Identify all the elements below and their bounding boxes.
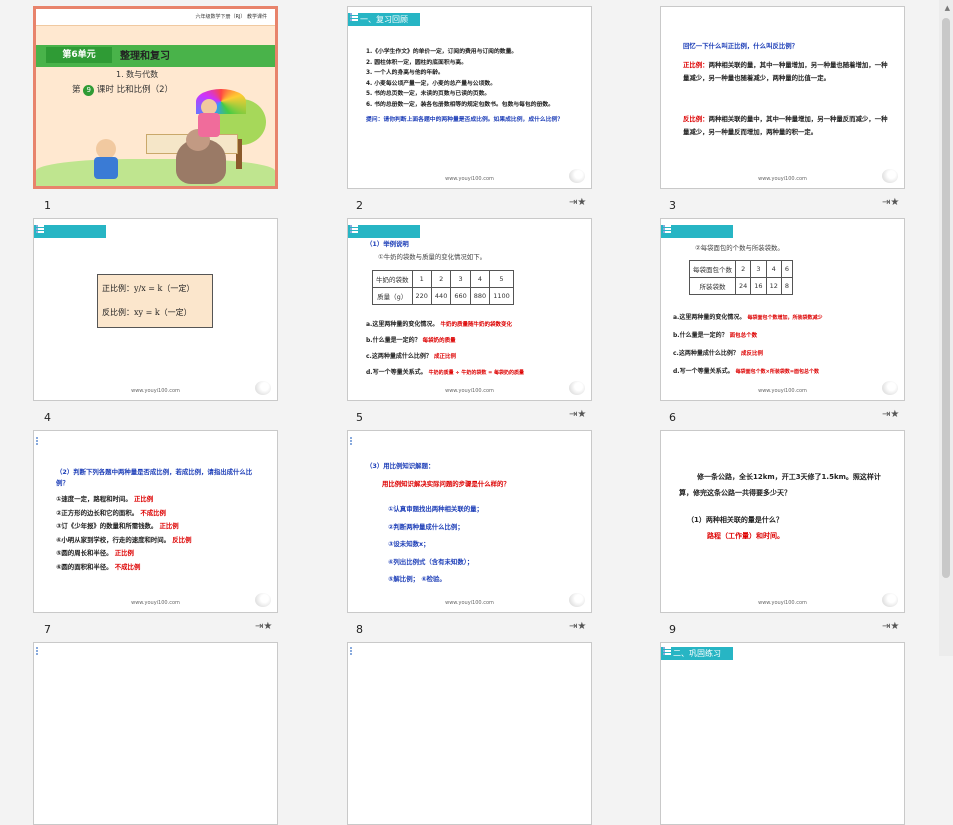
star-icon[interactable]: ⇥★	[569, 409, 586, 420]
slide-thumbnail-2[interactable]: 一、复习回顾 1.《小学生作文》的单价一定，订阅的费用与订阅的数量。 2. 圆柱…	[347, 6, 592, 189]
slide-number-1: 1	[44, 199, 51, 212]
slide-footer: www.youyi100.com	[445, 388, 494, 394]
star-icon[interactable]: ⇥★	[882, 409, 899, 420]
slide-footer: www.youyi100.com	[445, 176, 494, 182]
swirl-icon	[569, 593, 585, 607]
milk-table: 牛奶的袋数 1 2 3 4 5 质量（g） 220 440 660 880 1100	[372, 270, 514, 305]
swirl-icon	[255, 593, 271, 607]
swirl-icon	[255, 381, 271, 395]
slide-number-4: 4	[44, 411, 51, 424]
slide-number-3: 3	[669, 199, 676, 212]
slide-thumbnail-8[interactable]: （3）用比例知识解题： 用比例知识解决实际问题的步骤是什么样的？ ①认真审题找出…	[347, 430, 592, 613]
slide-footer: www.youyi100.com	[758, 600, 807, 606]
slide1-header: 六年级数学下册（RJ） 教学课件	[195, 14, 267, 20]
scroll-up-arrow-icon[interactable]: ▲	[945, 4, 950, 12]
formula-box: 正比例：y/x = k（一定） 反比例：xy = k（一定）	[97, 274, 213, 328]
slide-footer: www.youyi100.com	[758, 388, 807, 394]
slide2-prompt: 提问：请你判断上面各题中的两种量是否成比例。如果成比例，成什么比例？	[366, 116, 564, 123]
star-icon[interactable]: ⇥★	[569, 621, 586, 632]
slide-thumbnail-6[interactable]: ②每袋面包的个数与所装袋数。 每袋面包个数 2 3 4 6 所装袋数 24 16 12 8 a.…	[660, 218, 905, 401]
scrollbar-thumb[interactable]	[942, 18, 950, 578]
slide-thumbnail-12[interactable]: 二、巩固练习	[660, 642, 905, 825]
bread-table: 每袋面包个数 2 3 4 6 所装袋数 24 16 12 8	[689, 260, 793, 295]
slide2-section-bar: 一、复习回顾	[348, 13, 420, 26]
swirl-icon	[882, 593, 898, 607]
star-icon[interactable]: ⇥★	[882, 197, 899, 208]
slide-number-5: 5	[356, 411, 363, 424]
lesson-num-badge: 9	[83, 85, 95, 96]
slide-thumbnail-1[interactable]: 六年级数学下册（RJ） 教学课件 第6单元 整理和复习 1. 数与代数 第 9 …	[33, 6, 278, 189]
section-label: 1. 数与代数	[116, 70, 159, 79]
swirl-icon	[569, 381, 585, 395]
swirl-icon	[569, 169, 585, 183]
slide-number-6: 6	[669, 411, 676, 424]
slide-thumbnail-4[interactable]: 正比例：y/x = k（一定） 反比例：xy = k（一定） www.youyi…	[33, 218, 278, 401]
unit-badge: 第6单元	[46, 47, 112, 63]
unit-title: 整理和复习	[120, 51, 170, 62]
slide-thumbnail-9[interactable]: 修一条公路，全长12km，开工3天修了1.5km。照这样计算，修完这条公路一共得…	[660, 430, 905, 613]
cover-illustration	[36, 89, 275, 186]
slide-footer: www.youyi100.com	[758, 176, 807, 182]
slide-footer: www.youyi100.com	[131, 600, 180, 606]
slide-thumbnail-5[interactable]: （1）举例说明 ①牛奶的袋数与质量的变化情况如下。 牛奶的袋数 1 2 3 4 5 质量（…	[347, 218, 592, 401]
star-icon[interactable]: ⇥★	[882, 621, 899, 632]
slide-number-7: 7	[44, 623, 51, 636]
slide-thumbnail-3[interactable]: 回忆一下什么叫正比例，什么叫反比例？ 正比例：两种相关联的量，其中一种量增加，另…	[660, 6, 905, 189]
swirl-icon	[882, 169, 898, 183]
slide-footer: www.youyi100.com	[131, 388, 180, 394]
vertical-scrollbar[interactable]: ▲	[939, 0, 953, 656]
slide-number-2: 2	[356, 199, 363, 212]
slide-number-9: 9	[669, 623, 676, 636]
slide-thumbnail-10[interactable]	[33, 642, 278, 825]
slide-footer: www.youyi100.com	[445, 600, 494, 606]
slide-number-8: 8	[356, 623, 363, 636]
slide3-title: 回忆一下什么叫正比例，什么叫反比例？	[683, 42, 799, 50]
star-icon[interactable]: ⇥★	[569, 197, 586, 208]
swirl-icon	[882, 381, 898, 395]
lesson-line: 第 9 课时 比和比例（2）	[72, 85, 174, 96]
slide-thumbnail-7[interactable]: （2）判断下列各题中两种量是否成比例，若成比例，请指出成什么比例？ ①速度一定，…	[33, 430, 278, 613]
slide-sorter: 六年级数学下册（RJ） 教学课件 第6单元 整理和复习 1. 数与代数 第 9 …	[0, 0, 953, 825]
slide-thumbnail-11[interactable]	[347, 642, 592, 825]
star-icon[interactable]: ⇥★	[255, 621, 272, 632]
